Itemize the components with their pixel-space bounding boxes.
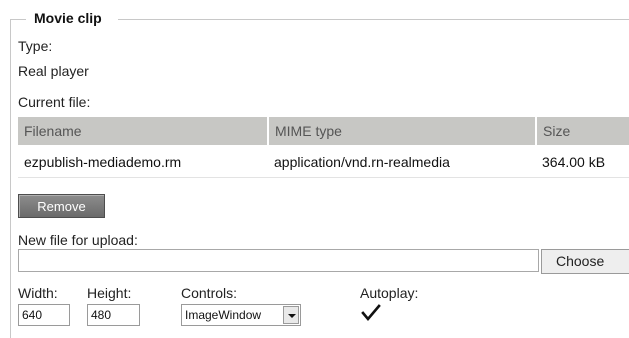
current-file-table: Filename MIME type Size ezpublish-mediad… (18, 117, 629, 178)
cell-mime-type: application/vnd.rn-realmedia (268, 145, 536, 178)
autoplay-label: Autoplay: (360, 285, 419, 301)
column-header-filename: Filename (18, 117, 269, 145)
type-value: Real player (18, 63, 89, 79)
current-file-label: Current file: (18, 94, 91, 110)
column-header-size: Size (536, 117, 629, 145)
autoplay-checkbox[interactable] (360, 302, 382, 324)
controls-select[interactable]: ImageWindow (181, 304, 301, 326)
choose-file-button[interactable]: Choose (541, 249, 629, 274)
remove-button[interactable]: Remove (18, 194, 105, 218)
fieldset-border-top-right (118, 19, 629, 20)
column-header-mime-type: MIME type (268, 117, 537, 145)
fieldset-border-top-left (10, 19, 26, 20)
cell-filename: ezpublish-mediademo.rm (18, 145, 268, 178)
controls-label: Controls: (181, 285, 238, 301)
type-label: Type: (18, 38, 53, 54)
fieldset-legend: Movie clip (34, 10, 102, 26)
controls-selected-value: ImageWindow (185, 308, 262, 322)
upload-file-input[interactable] (18, 249, 539, 272)
checkmark-icon (361, 304, 381, 322)
height-label: Height: (87, 285, 132, 301)
upload-label: New file for upload: (18, 232, 138, 248)
cell-size: 364.00 kB (536, 145, 629, 178)
width-input[interactable]: 640 (18, 304, 70, 326)
table-row: ezpublish-mediademo.rm application/vnd.r… (18, 145, 629, 178)
fieldset-border-left (10, 19, 11, 338)
height-input[interactable]: 480 (87, 304, 140, 326)
table-header-row: Filename MIME type Size (18, 117, 629, 145)
width-label: Width: (18, 285, 58, 301)
chevron-down-icon[interactable] (283, 306, 299, 324)
